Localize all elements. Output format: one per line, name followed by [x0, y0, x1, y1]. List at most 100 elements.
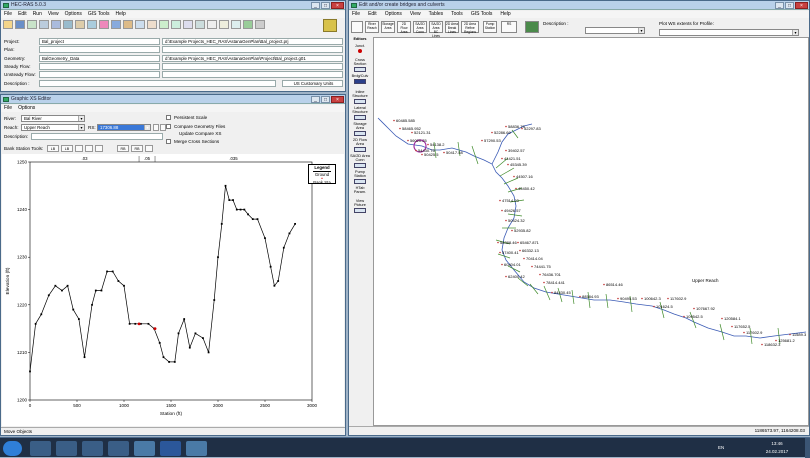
- profile-plot-icon[interactable]: [147, 20, 157, 29]
- node-marker[interactable]: [501, 209, 503, 212]
- station-label[interactable]: 52286.69: [494, 130, 511, 135]
- station-label[interactable]: 50425.5: [424, 152, 439, 157]
- ras-mapper-icon[interactable]: [243, 20, 253, 29]
- xs-close-button[interactable]: ×: [331, 96, 344, 103]
- station-label[interactable]: 54138.2: [430, 142, 445, 147]
- bc-lines-tool[interactable]: SA/2D Area BC Lines: [429, 21, 443, 38]
- node-marker[interactable]: [393, 119, 395, 122]
- steady-flow-path[interactable]: [162, 63, 343, 70]
- node-marker[interactable]: [653, 305, 655, 308]
- river-select[interactable]: Bal River ▾: [21, 115, 85, 122]
- station-label[interactable]: 78414.441: [546, 280, 566, 285]
- node-marker[interactable]: [521, 127, 523, 130]
- geo-menu-file[interactable]: File: [352, 11, 360, 18]
- node-marker[interactable]: [499, 251, 501, 254]
- zoom-icon[interactable]: [145, 145, 153, 152]
- right-bank-left-button[interactable]: RB: [117, 145, 129, 152]
- node-marker[interactable]: [523, 257, 525, 260]
- geometry-field[interactable]: BalGeometry_Data: [39, 55, 160, 62]
- update-compare-label[interactable]: Update Compare XS: [179, 131, 221, 136]
- station-label[interactable]: 117652.5: [734, 324, 751, 329]
- station-label[interactable]: 44507.16: [516, 174, 533, 179]
- start-icon[interactable]: [3, 441, 22, 456]
- refine-regions-tool[interactable]: 2D Area Refine Regions: [461, 21, 479, 34]
- station-label[interactable]: 74441.75: [534, 264, 551, 269]
- unsteady-flow-path[interactable]: [162, 71, 343, 78]
- geo-menu-edit[interactable]: Edit: [368, 11, 377, 18]
- detail-table-icon[interactable]: [207, 20, 217, 29]
- xs-description-field[interactable]: [31, 133, 163, 140]
- river-reach-tool[interactable]: River Reach: [365, 21, 379, 33]
- xs-plot-area[interactable]: 0 500 1000 1500 2000 2500 3000 1200 1210 1220 1230…: [2, 154, 344, 426]
- xyz-plot-icon[interactable]: [171, 20, 181, 29]
- search-icon[interactable]: [108, 441, 129, 456]
- pump-station-tool[interactable]: Pump Station: [483, 21, 497, 33]
- bridge-culvert-tool[interactable]: Brdg/Culv: [350, 74, 370, 89]
- tools-toggle-icon[interactable]: [351, 21, 363, 33]
- station-label[interactable]: 62400.42: [508, 274, 525, 279]
- xs-minimize-button[interactable]: _: [311, 96, 320, 103]
- node-marker[interactable]: [519, 249, 521, 252]
- sa-2d-conn-tool[interactable]: SA/2D Area Conn: [413, 21, 427, 34]
- station-label[interactable]: 58836.79: [508, 124, 525, 129]
- move-right-icon[interactable]: [85, 145, 93, 152]
- explorer-icon[interactable]: [82, 441, 103, 456]
- move-both-icon[interactable]: [95, 145, 103, 152]
- station-label[interactable]: 45450.42: [518, 186, 535, 191]
- node-marker[interactable]: [411, 131, 413, 134]
- node-marker[interactable]: [531, 265, 533, 268]
- node-marker[interactable]: [641, 297, 643, 300]
- geo-menu-help[interactable]: Help: [500, 11, 510, 18]
- sa-2d-conn-editor-tool[interactable]: SA/2D Area Conn: [350, 154, 370, 169]
- show-desktop-button[interactable]: [805, 438, 810, 458]
- plan-field[interactable]: [39, 46, 160, 53]
- description-field[interactable]: [39, 80, 276, 87]
- run-unsteady-icon[interactable]: [111, 20, 121, 29]
- steady-flow-icon[interactable]: [39, 20, 49, 29]
- station-label[interactable]: 90495.53: [620, 296, 637, 301]
- geo-description-field[interactable]: ▾: [585, 27, 645, 34]
- geometry-path[interactable]: d:\Example Projects_HEC_RAS\AstanaGenPla…: [162, 55, 343, 62]
- stage-flow-icon[interactable]: [183, 20, 193, 29]
- node-marker[interactable]: [731, 325, 733, 328]
- cross-section-tool[interactable]: Cross Section: [350, 58, 370, 73]
- steady-flow-field[interactable]: [39, 63, 160, 70]
- menu-gis-tools[interactable]: GIS Tools: [88, 11, 110, 18]
- open-icon[interactable]: [3, 20, 13, 29]
- station-label[interactable]: 60404.01: [504, 262, 521, 267]
- station-label[interactable]: 117602.9: [746, 330, 763, 335]
- dss-icon[interactable]: [255, 20, 265, 29]
- node-marker[interactable]: [579, 295, 581, 298]
- node-marker[interactable]: [539, 273, 541, 276]
- plot-ws-select[interactable]: ▾: [659, 29, 799, 36]
- station-label[interactable]: 66332.13: [522, 248, 539, 253]
- node-marker[interactable]: [505, 275, 507, 278]
- rs-tool[interactable]: RS: [501, 21, 517, 33]
- view-picture-tool[interactable]: View Picture: [350, 199, 370, 214]
- station-label[interactable]: 109542.5: [686, 314, 703, 319]
- node-marker[interactable]: [505, 125, 507, 128]
- node-marker[interactable]: [515, 187, 517, 190]
- minimize-button[interactable]: _: [311, 2, 320, 9]
- explorer2-icon[interactable]: [134, 441, 155, 456]
- node-marker[interactable]: [505, 149, 507, 152]
- language-indicator[interactable]: EN: [718, 445, 724, 450]
- node-marker[interactable]: [761, 343, 763, 346]
- chrome-icon[interactable]: [30, 441, 51, 456]
- node-marker[interactable]: [505, 219, 507, 222]
- node-marker[interactable]: [603, 283, 605, 286]
- node-marker[interactable]: [721, 317, 723, 320]
- persistent-scale-checkbox[interactable]: [166, 115, 171, 120]
- menu-view[interactable]: View: [48, 11, 59, 18]
- node-marker[interactable]: [415, 149, 417, 152]
- storage-area-editor-tool[interactable]: Storage Area: [350, 122, 370, 137]
- node-marker[interactable]: [683, 315, 685, 318]
- station-label[interactable]: 120584.1: [724, 316, 741, 321]
- close-button[interactable]: ×: [331, 2, 344, 9]
- flow-area-2d-tool[interactable]: 2D Flow Area: [397, 21, 411, 34]
- station-label[interactable]: 86514.46: [606, 282, 623, 287]
- unsteady-flow-icon[interactable]: [51, 20, 61, 29]
- station-label[interactable]: 101624.5: [656, 304, 673, 309]
- node-marker[interactable]: [667, 297, 669, 300]
- station-label[interactable]: 50424.32: [508, 218, 525, 223]
